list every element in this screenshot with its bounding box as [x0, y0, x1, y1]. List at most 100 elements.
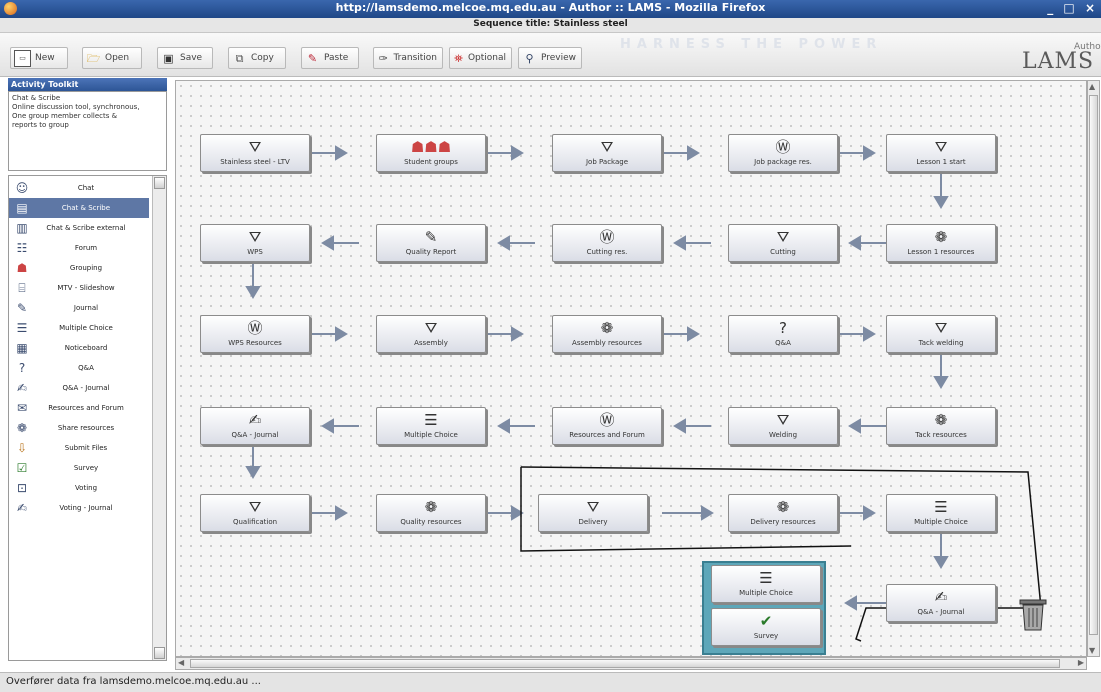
activity-card[interactable]: ⛛ Tack welding	[886, 315, 996, 353]
tool-label: Survey	[73, 464, 99, 472]
tool-chat-scribe-external[interactable]: ▥ Chat & Scribe external	[9, 218, 149, 238]
transition-arrow	[335, 326, 348, 342]
activity-label: Cutting	[770, 248, 796, 256]
tool-label: Grouping	[69, 264, 103, 272]
trash-bin-icon[interactable]	[1018, 596, 1048, 632]
activity-card[interactable]: ⛛ Delivery	[538, 494, 648, 532]
canvas-vertical-scrollbar[interactable]: ▲ ▼	[1087, 80, 1100, 657]
scroll-down-icon[interactable]: ▼	[1089, 646, 1095, 655]
activity-card[interactable]: Ⓦ WPS Resources	[200, 315, 310, 353]
transition-arrow	[245, 466, 261, 479]
transition-arrow	[848, 235, 861, 251]
activity-label: Q&A	[775, 339, 791, 347]
tool-journal[interactable]: ✎ Journal	[9, 298, 149, 318]
scroll-up-icon[interactable]: ▲	[1089, 82, 1095, 91]
lams-logo: LAMS	[1022, 49, 1095, 74]
open-button[interactable]: 🗁 Open	[82, 47, 142, 69]
new-button[interactable]: ▭ New	[10, 47, 68, 69]
window-controls[interactable]: _ □ ×	[1047, 1, 1098, 15]
activity-card[interactable]: ❁ Tack resources	[886, 407, 996, 445]
activity-card[interactable]: ⛛ Assembly	[376, 315, 486, 353]
tool-multiple-choice[interactable]: ☰ Multiple Choice	[9, 318, 149, 338]
transition-button[interactable]: ✑ Transition	[373, 47, 443, 69]
tool-chat[interactable]: ☺ Chat	[9, 178, 149, 198]
activity-card[interactable]: ☰ Multiple Choice	[711, 565, 821, 603]
transition-arrow	[933, 196, 949, 209]
scroll-right-icon[interactable]: ▶	[1078, 658, 1084, 667]
easel-icon: ⛛	[424, 319, 438, 337]
tool-slideshow[interactable]: ⌸ MTV - Slideshow	[9, 278, 149, 298]
activity-card[interactable]: ⛛ Qualification	[200, 494, 310, 532]
multiple-choice-icon: ☰	[759, 569, 773, 587]
activity-card[interactable]: ⛛ Job Package	[552, 134, 662, 172]
activity-card[interactable]: ❁ Lesson 1 resources	[886, 224, 996, 262]
qa-journal-icon: ✍	[16, 381, 28, 395]
activity-card[interactable]: ❁ Assembly resources	[552, 315, 662, 353]
tool-voting[interactable]: ⊡ Voting	[9, 478, 149, 498]
submit-files-icon: ⇩	[16, 441, 28, 455]
horizontal-scroll-thumb[interactable]	[190, 659, 1060, 668]
activity-card[interactable]: ⛛ Welding	[728, 407, 838, 445]
activity-card[interactable]: ? Q&A	[728, 315, 838, 353]
activity-label: Welding	[768, 431, 798, 439]
save-button[interactable]: ▣ Save	[157, 47, 213, 69]
tool-survey[interactable]: ☑ Survey	[9, 458, 149, 478]
toolkit-scrollbar[interactable]	[152, 176, 166, 660]
easel-icon: ⛛	[600, 138, 614, 156]
activity-label: Tack welding	[918, 339, 964, 347]
transition-arrow	[497, 418, 510, 434]
toolkit-list: ☺ Chat ▤ Chat & Scribe ▥ Chat & Scribe exte…	[8, 175, 167, 661]
tool-chat-scribe[interactable]: ▤ Chat & Scribe	[9, 198, 149, 218]
resources-icon: Ⓦ	[599, 411, 615, 429]
paste-button[interactable]: ✎ Paste	[301, 47, 359, 69]
toolkit-scroll-up-button[interactable]	[154, 177, 165, 189]
activity-card[interactable]: Ⓦ Cutting res.	[552, 224, 662, 262]
activity-card[interactable]: ✔ Survey	[711, 608, 821, 646]
vertical-scroll-thumb[interactable]	[1089, 95, 1098, 635]
optional-button[interactable]: ⛯ Optional	[449, 47, 512, 69]
activity-label: WPS	[247, 248, 263, 256]
toolkit-scroll-down-button[interactable]	[154, 647, 165, 659]
activity-card[interactable]: ☰ Multiple Choice	[376, 407, 486, 445]
tool-noticeboard[interactable]: ▦ Noticeboard	[9, 338, 149, 358]
activity-card[interactable]: ✍ Q&A - Journal	[200, 407, 310, 445]
tool-submit-files[interactable]: ⇩ Submit Files	[9, 438, 149, 458]
copy-button[interactable]: ⧉ Copy	[228, 47, 286, 69]
activity-label: Multiple Choice	[404, 431, 458, 439]
activity-card[interactable]: Ⓦ Job package res.	[728, 134, 838, 172]
tool-qa[interactable]: ? Q&A	[9, 358, 149, 378]
tool-qa-journal[interactable]: ✍ Q&A - Journal	[9, 378, 149, 398]
activity-card[interactable]: ❁ Delivery resources	[728, 494, 838, 532]
multiple-choice-icon: ☰	[16, 321, 28, 335]
activity-card[interactable]: ✎ Quality Report	[376, 224, 486, 262]
tool-share-resources[interactable]: ❁ Share resources	[9, 418, 149, 438]
chat-scribe-icon: ▤	[16, 201, 28, 215]
activity-card[interactable]: ☰ Multiple Choice	[886, 494, 996, 532]
activity-card[interactable]: ✍ Q&A - Journal	[886, 584, 996, 622]
share-resources-icon: ❁	[600, 319, 614, 337]
scroll-left-icon[interactable]: ◀	[178, 658, 184, 667]
toolkit-header: Activity Toolkit	[8, 78, 167, 91]
canvas-horizontal-scrollbar[interactable]: ◀ ▶	[175, 657, 1087, 670]
activity-card[interactable]: ⛛ Lesson 1 start	[886, 134, 996, 172]
activity-label: Delivery	[578, 518, 608, 526]
preview-button[interactable]: ⚲ Preview	[518, 47, 582, 69]
activity-card[interactable]: ⛛ WPS	[200, 224, 310, 262]
tool-label: Chat & Scribe external	[46, 224, 126, 232]
easel-icon: ⛛	[776, 411, 790, 429]
qa-journal-icon: ✍	[248, 411, 262, 429]
activity-card[interactable]: Ⓦ Resources and Forum	[552, 407, 662, 445]
noticeboard-icon: ▦	[16, 341, 28, 355]
tool-forum[interactable]: ☷ Forum	[9, 238, 149, 258]
design-canvas[interactable]: ⛛ Stainless steel - LTV ☗☗☗ Student groups…	[175, 80, 1087, 657]
tool-voting-journal[interactable]: ✍ Voting - Journal	[9, 498, 149, 518]
tool-grouping[interactable]: ☗ Grouping	[9, 258, 149, 278]
activity-card[interactable]: ⛛ Cutting	[728, 224, 838, 262]
activity-card[interactable]: ⛛ Stainless steel - LTV	[200, 134, 310, 172]
toolkit-description: Chat & Scribe Online discussion tool, sy…	[8, 91, 167, 171]
tool-resources-forum[interactable]: ✉ Resources and Forum	[9, 398, 149, 418]
activity-label: Q&A - Journal	[917, 608, 965, 616]
activity-card[interactable]: ❁ Quality resources	[376, 494, 486, 532]
activity-label: Q&A - Journal	[231, 431, 279, 439]
activity-card[interactable]: ☗☗☗ Student groups	[376, 134, 486, 172]
